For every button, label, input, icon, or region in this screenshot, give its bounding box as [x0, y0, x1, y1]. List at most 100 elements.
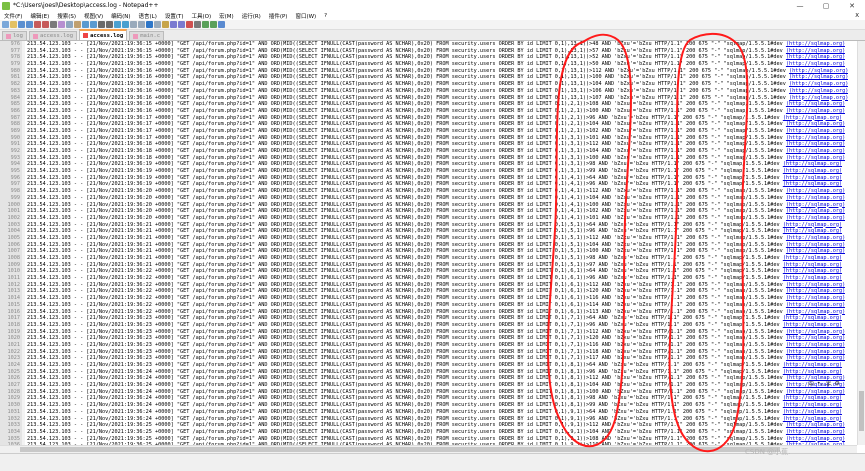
menu-search[interactable]: 搜索(S) [53, 12, 80, 20]
log-line[interactable]: 1008 213.54.123.103 - - [21/Nov/2021:19:3… [0, 255, 857, 262]
log-line[interactable]: 979 213.54.123.103 - - [21/Nov/2021:19:36… [0, 61, 857, 68]
sqlmap-url-link[interactable]: (http://sqlmap.org) [786, 309, 845, 315]
sqlmap-url-link[interactable]: (http://sqlmap.org) [789, 74, 848, 80]
log-line[interactable]: 987 213.54.123.103 - - [21/Nov/2021:19:36… [0, 115, 857, 122]
run-macro-multiple-icon[interactable] [210, 21, 217, 28]
open-file-icon[interactable] [10, 21, 17, 28]
log-line[interactable]: 988 213.54.123.103 - - [21/Nov/2021:19:36… [0, 121, 857, 128]
save-icon[interactable] [18, 21, 25, 28]
sqlmap-url-link[interactable]: (http://sqlmap.org) [783, 402, 842, 408]
log-line[interactable]: 1017 213.54.123.103 - - [21/Nov/2021:19:3… [0, 315, 857, 322]
log-line[interactable]: 1002 213.54.123.103 - - [21/Nov/2021:19:3… [0, 215, 857, 222]
log-line[interactable]: 982 213.54.123.103 - - [21/Nov/2021:19:36… [0, 81, 857, 88]
sqlmap-url-link[interactable]: (http://sqlmap.org) [786, 215, 845, 221]
sqlmap-url-link[interactable]: (http://sqlmap.org) [786, 141, 845, 147]
undo-icon[interactable] [82, 21, 89, 28]
show-all-chars-icon[interactable] [146, 21, 153, 28]
log-line[interactable]: 1024 213.54.123.103 - - [21/Nov/2021:19:3… [0, 362, 857, 369]
sqlmap-url-link[interactable]: (http://sqlmap.org) [783, 262, 842, 268]
new-file-icon[interactable] [2, 21, 9, 28]
copy-icon[interactable] [66, 21, 73, 28]
log-line[interactable]: 977 213.54.123.103 - - [21/Nov/2021:19:36… [0, 48, 857, 55]
close-document-button[interactable]: X [851, 13, 865, 19]
sqlmap-url-link[interactable]: (http://sqlmap.org) [786, 202, 845, 208]
sqlmap-url-link[interactable]: (http://sqlmap.org) [783, 222, 842, 228]
sqlmap-url-link[interactable]: (http://sqlmap.org) [786, 108, 845, 114]
sqlmap-url-link[interactable]: (http://sqlmap.org) [786, 429, 845, 435]
word-wrap-icon[interactable] [138, 21, 145, 28]
log-line[interactable]: 1000 213.54.123.103 - - [21/Nov/2021:19:3… [0, 202, 857, 209]
menu-file[interactable]: 文件(F) [0, 12, 26, 20]
zoom-out-icon[interactable] [122, 21, 129, 28]
menu-run[interactable]: 运行(R) [238, 12, 265, 20]
sqlmap-url-link[interactable]: (http://sqlmap.org) [786, 282, 845, 288]
menu-plugins[interactable]: 插件(P) [265, 12, 292, 20]
log-line[interactable]: 1003 213.54.123.103 - - [21/Nov/2021:19:3… [0, 222, 857, 229]
folder-as-workspace-icon[interactable] [162, 21, 169, 28]
print-icon[interactable] [50, 21, 57, 28]
menu-tools[interactable]: 工具(O) [188, 12, 216, 20]
minimize-button[interactable]: — [787, 0, 813, 11]
log-line[interactable]: 1011 213.54.123.103 - - [21/Nov/2021:19:3… [0, 275, 857, 282]
tab-access-log-1[interactable]: access.log [28, 31, 78, 40]
log-line[interactable]: 1028 213.54.123.103 - - [21/Nov/2021:19:3… [0, 389, 857, 396]
tab-access-log-active[interactable]: access.log [79, 29, 128, 40]
log-line[interactable]: 1027 213.54.123.103 - - [21/Nov/2021:19:3… [0, 382, 857, 389]
sqlmap-url-link[interactable]: (http://sqlmap.org) [786, 41, 845, 47]
text-editor[interactable]: 976 213.54.123.103 - - [21/Nov/2021:19:36… [0, 41, 857, 445]
log-line[interactable]: 1005 213.54.123.103 - - [21/Nov/2021:19:3… [0, 235, 857, 242]
sqlmap-url-link[interactable]: (http://sqlmap.org) [783, 409, 842, 415]
sqlmap-url-link[interactable]: (http://sqlmap.org) [783, 275, 842, 281]
sqlmap-url-link[interactable]: (http://sqlmap.org) [783, 369, 842, 375]
log-line[interactable]: 1020 213.54.123.103 - - [21/Nov/2021:19:3… [0, 335, 857, 342]
sqlmap-url-link[interactable]: (http://sqlmap.org) [786, 235, 845, 241]
sqlmap-url-link[interactable]: (http://sqlmap.org) [783, 416, 842, 422]
menu-window[interactable]: 窗口(W) [291, 12, 320, 20]
log-line[interactable]: 991 213.54.123.103 - - [21/Nov/2021:19:36… [0, 141, 857, 148]
log-line[interactable]: 986 213.54.123.103 - - [21/Nov/2021:19:36… [0, 108, 857, 115]
sqlmap-url-link[interactable]: (http://sqlmap.org) [783, 362, 842, 368]
sqlmap-url-link[interactable]: (http://sqlmap.org) [786, 389, 845, 395]
log-line[interactable]: 1031 213.54.123.103 - - [21/Nov/2021:19:3… [0, 409, 857, 416]
log-line[interactable]: 978 213.54.123.103 - - [21/Nov/2021:19:36… [0, 54, 857, 61]
doc-map-icon[interactable] [170, 21, 177, 28]
sqlmap-url-link[interactable]: (http://sqlmap.org) [786, 208, 845, 214]
log-line[interactable]: 992 213.54.123.103 - - [21/Nov/2021:19:36… [0, 148, 857, 155]
sqlmap-url-link[interactable]: (http://sqlmap.org) [786, 54, 845, 60]
sqlmap-url-link[interactable]: (http://sqlmap.org) [783, 255, 842, 261]
menu-settings[interactable]: 设置(T) [161, 12, 188, 20]
record-macro-icon[interactable] [186, 21, 193, 28]
log-line[interactable]: 1033 213.54.123.103 - - [21/Nov/2021:19:3… [0, 422, 857, 429]
log-line[interactable]: 1001 213.54.123.103 - - [21/Nov/2021:19:3… [0, 208, 857, 215]
log-line[interactable]: 998 213.54.123.103 - - [21/Nov/2021:19:36… [0, 188, 857, 195]
log-line[interactable]: 1034 213.54.123.103 - - [21/Nov/2021:19:3… [0, 429, 857, 436]
log-line[interactable]: 980 213.54.123.103 - - [21/Nov/2021:19:36… [0, 68, 857, 75]
sqlmap-url-link[interactable]: (http://sqlmap.org) [786, 155, 845, 161]
log-line[interactable]: 1029 213.54.123.103 - - [21/Nov/2021:19:3… [0, 395, 857, 402]
paste-icon[interactable] [74, 21, 81, 28]
log-line[interactable]: 1018 213.54.123.103 - - [21/Nov/2021:19:3… [0, 322, 857, 329]
sqlmap-url-link[interactable]: (http://sqlmap.org) [783, 175, 842, 181]
sqlmap-url-link[interactable]: (http://sqlmap.org) [783, 268, 842, 274]
sqlmap-url-link[interactable]: (http://sqlmap.org) [783, 228, 842, 234]
sqlmap-url-link[interactable]: (http://sqlmap.org) [786, 436, 845, 442]
save-all-icon[interactable] [26, 21, 33, 28]
close-icon[interactable] [34, 21, 41, 28]
log-line[interactable]: 981 213.54.123.103 - - [21/Nov/2021:19:36… [0, 74, 857, 81]
sqlmap-url-link[interactable]: (http://sqlmap.org) [786, 335, 845, 341]
sqlmap-url-link[interactable]: (http://sqlmap.org) [783, 161, 842, 167]
sqlmap-url-link[interactable]: (http://sqlmap.org) [786, 349, 845, 355]
log-line[interactable]: 989 213.54.123.103 - - [21/Nov/2021:19:36… [0, 128, 857, 135]
indent-guide-icon[interactable] [154, 21, 161, 28]
log-line[interactable]: 1012 213.54.123.103 - - [21/Nov/2021:19:3… [0, 282, 857, 289]
find-icon[interactable] [98, 21, 105, 28]
log-line[interactable]: 1025 213.54.123.103 - - [21/Nov/2021:19:3… [0, 369, 857, 376]
ime-language[interactable]: 中 [808, 379, 814, 388]
log-line[interactable]: 996 213.54.123.103 - - [21/Nov/2021:19:36… [0, 175, 857, 182]
log-line[interactable]: 993 213.54.123.103 - - [21/Nov/2021:19:36… [0, 155, 857, 162]
log-line[interactable]: 1015 213.54.123.103 - - [21/Nov/2021:19:3… [0, 302, 857, 309]
close-all-icon[interactable] [42, 21, 49, 28]
log-line[interactable]: 1013 213.54.123.103 - - [21/Nov/2021:19:3… [0, 288, 857, 295]
log-line[interactable]: 1032 213.54.123.103 - - [21/Nov/2021:19:3… [0, 416, 857, 423]
sqlmap-url-link[interactable]: (http://sqlmap.org) [786, 121, 845, 127]
